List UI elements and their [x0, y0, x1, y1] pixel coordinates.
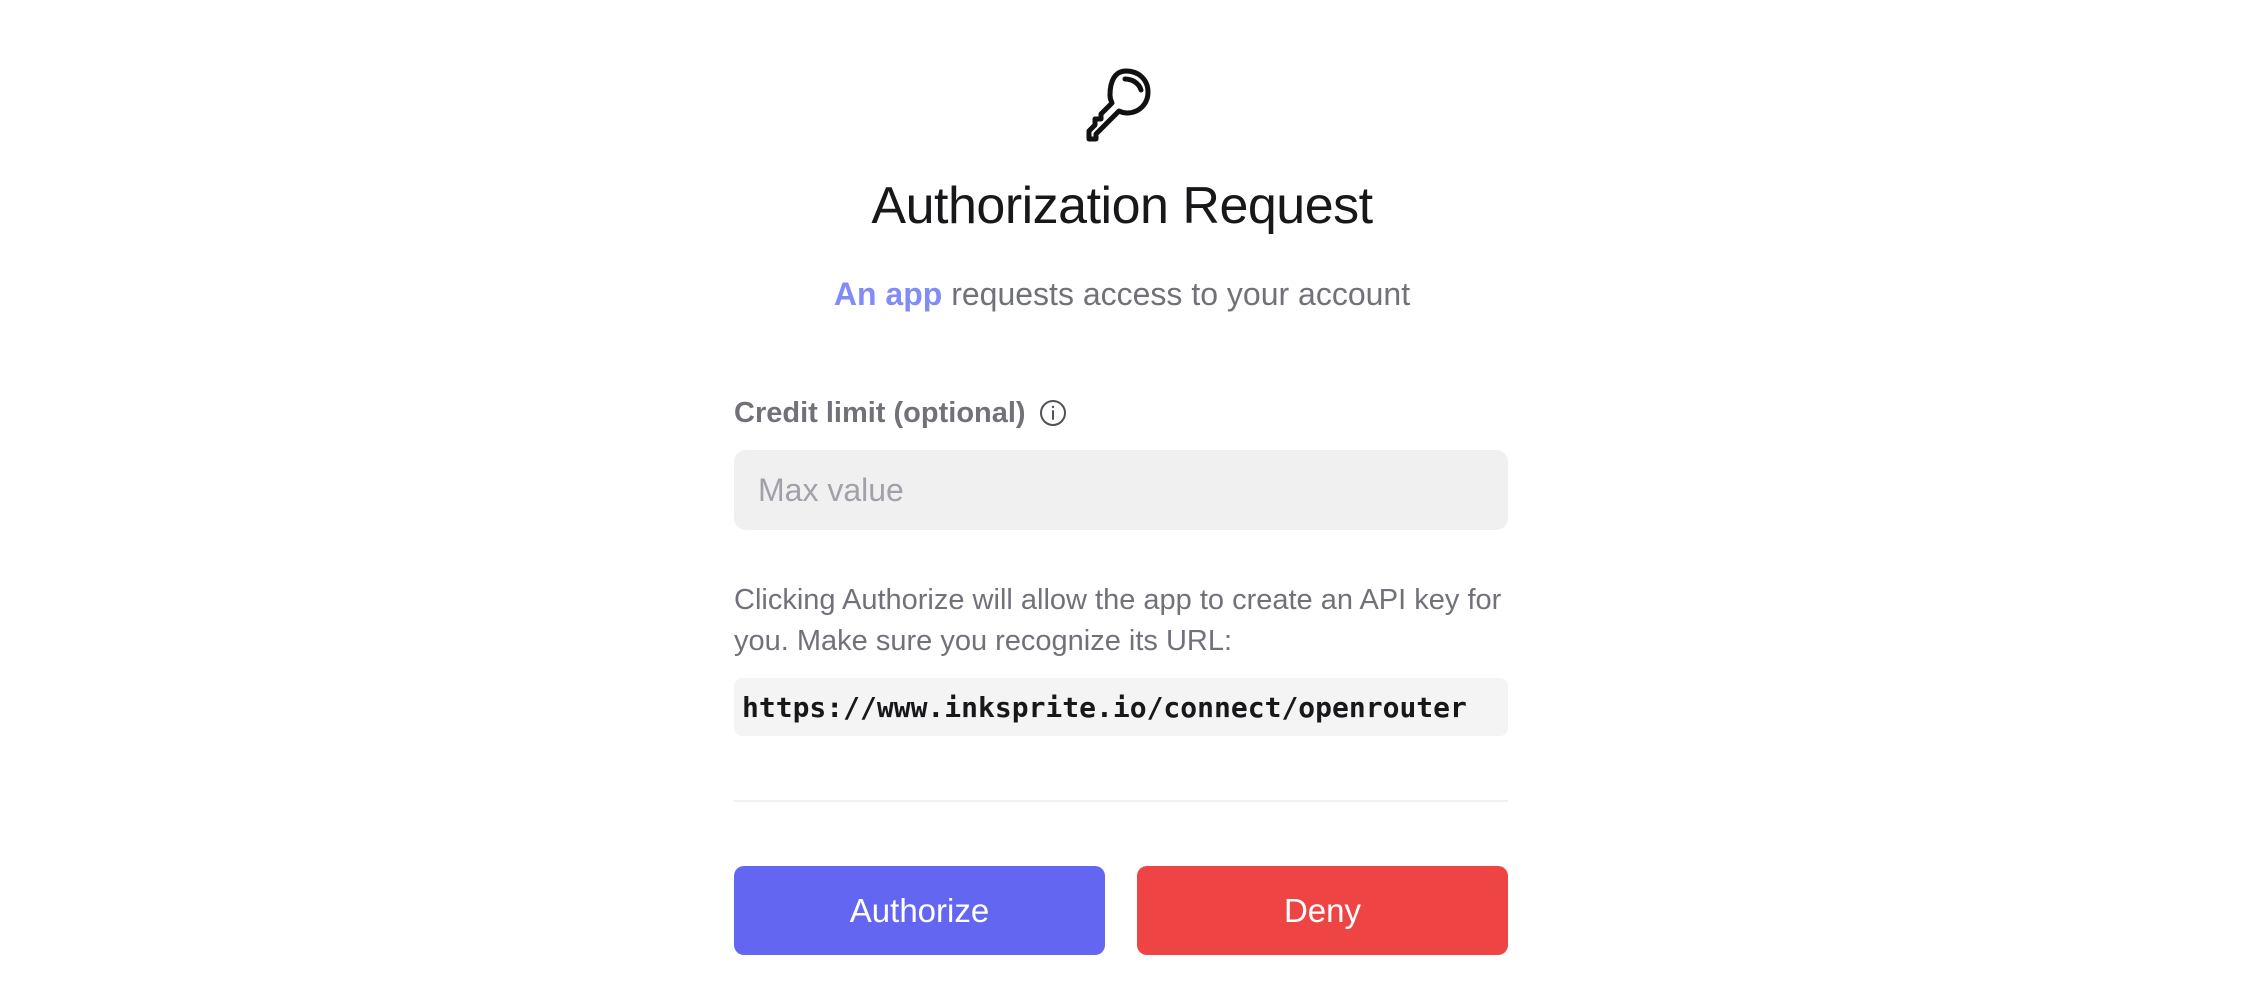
app-link[interactable]: An app	[834, 276, 942, 312]
key-icon	[1086, 68, 1151, 142]
divider	[734, 800, 1508, 802]
authorization-page: Authorization Request An app requests ac…	[0, 0, 2244, 1004]
page-subtitle: An app requests access to your account	[0, 272, 2244, 316]
credit-limit-input[interactable]	[734, 450, 1508, 530]
app-url: https://www.inksprite.io/connect/openrou…	[734, 678, 1508, 736]
authorize-button[interactable]: Authorize	[734, 866, 1105, 955]
authorization-form: Credit limit (optional) Clicking Authori…	[734, 392, 1508, 955]
subtitle-text: requests access to your account	[942, 276, 1411, 312]
deny-button[interactable]: Deny	[1137, 866, 1508, 955]
credit-limit-label: Credit limit (optional)	[734, 396, 1026, 429]
action-buttons: Authorize Deny	[734, 866, 1508, 955]
info-icon[interactable]	[1038, 398, 1068, 428]
authorize-description: Clicking Authorize will allow the app to…	[734, 584, 1502, 657]
credit-label-row: Credit limit (optional)	[734, 392, 1508, 434]
page-title: Authorization Request	[871, 177, 1373, 235]
